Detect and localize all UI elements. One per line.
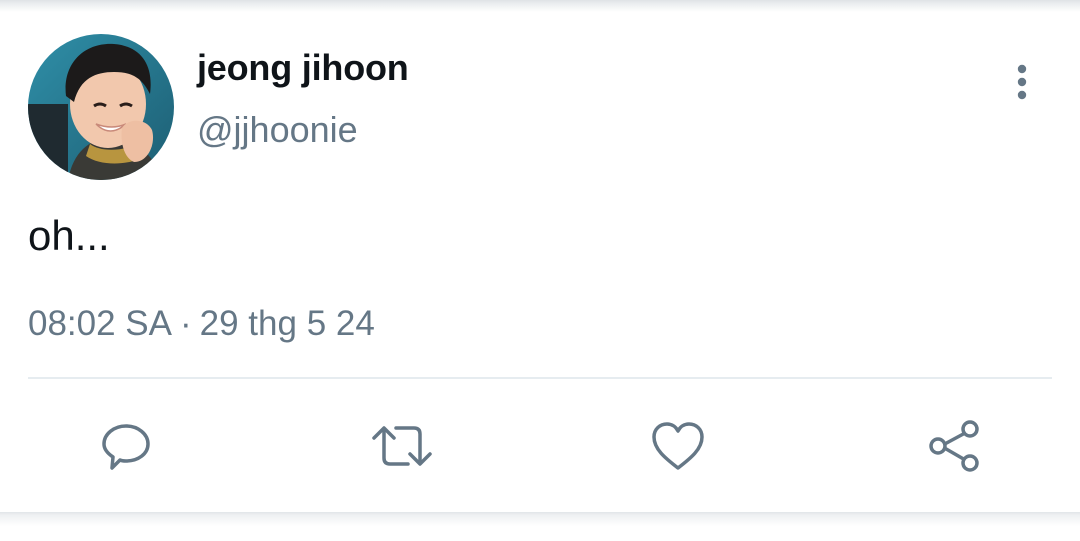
author-handle[interactable]: @jjhoonie	[197, 108, 358, 152]
tweet-date: 29 thg 5 24	[199, 304, 375, 343]
tweet-text: oh...	[28, 212, 110, 259]
avatar-image	[28, 34, 174, 180]
more-options-button[interactable]	[1000, 58, 1044, 106]
tweet-timestamp: 08:02 SA · 29 thg 5 24	[28, 302, 375, 346]
avatar[interactable]	[28, 34, 174, 180]
comment-icon	[102, 424, 150, 470]
more-vertical-icon	[1017, 64, 1027, 100]
bottom-divider	[0, 512, 1080, 541]
top-divider	[0, 0, 1080, 12]
retweet-button[interactable]	[370, 414, 434, 478]
meta-separator: ·	[180, 304, 192, 343]
like-button[interactable]	[646, 414, 710, 478]
divider	[28, 377, 1052, 379]
share-icon	[929, 420, 979, 472]
reply-button[interactable]	[94, 414, 158, 478]
retweet-icon	[372, 426, 432, 466]
tweet-time: 08:02 SA	[28, 304, 172, 343]
heart-icon	[652, 422, 704, 470]
share-button[interactable]	[922, 414, 986, 478]
author-display-name[interactable]: jeong jihoon	[197, 46, 409, 90]
